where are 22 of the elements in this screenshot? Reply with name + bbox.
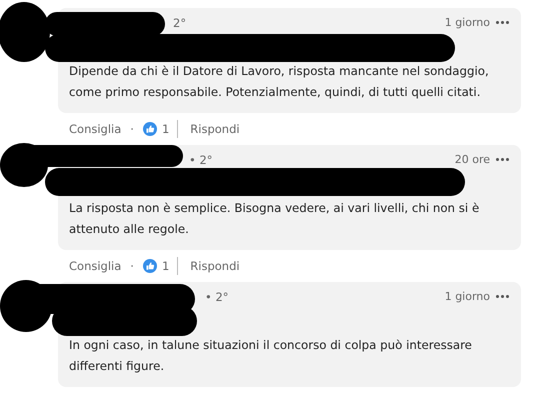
thumbs-up-icon bbox=[142, 259, 157, 273]
comment-text: Dipende da chi è il Datore di Lavoro, risposta mancante nel sondaggio, come primo responsabile. Potenzialmente, quindi, di tutti quelli citati. bbox=[69, 63, 490, 101]
connection-degree: • 2° bbox=[205, 290, 229, 304]
comment-text: La risposta non è semplice. Bisogna vedere, ai vari livelli, chi non si è attenuto alle regole. bbox=[69, 200, 480, 238]
more-options-icon[interactable] bbox=[496, 295, 509, 298]
thumbs-up-icon bbox=[142, 122, 157, 136]
more-options-icon[interactable] bbox=[496, 158, 509, 161]
connection-degree: 2° bbox=[173, 16, 186, 30]
reply-link[interactable]: Rispondi bbox=[190, 122, 240, 136]
connection-degree: • 2° bbox=[189, 153, 213, 167]
like-count: 1 bbox=[162, 259, 170, 273]
comment-time: 20 ore bbox=[454, 153, 490, 166]
reply-link[interactable]: Rispondi bbox=[190, 259, 240, 273]
like-count: 1 bbox=[162, 122, 170, 136]
comment-time: 1 giorno bbox=[444, 290, 490, 303]
more-options-icon[interactable] bbox=[496, 21, 509, 24]
separator-dot: · bbox=[130, 122, 134, 136]
separator-dot: · bbox=[130, 259, 134, 273]
comment-time: 1 giorno bbox=[444, 16, 490, 29]
comment-text: In ogni caso, in talune situazioni il concorso di colpa può interessare differenti figure. bbox=[69, 337, 473, 375]
like-link[interactable]: Consiglia bbox=[69, 259, 122, 273]
like-link[interactable]: Consiglia bbox=[69, 122, 122, 136]
